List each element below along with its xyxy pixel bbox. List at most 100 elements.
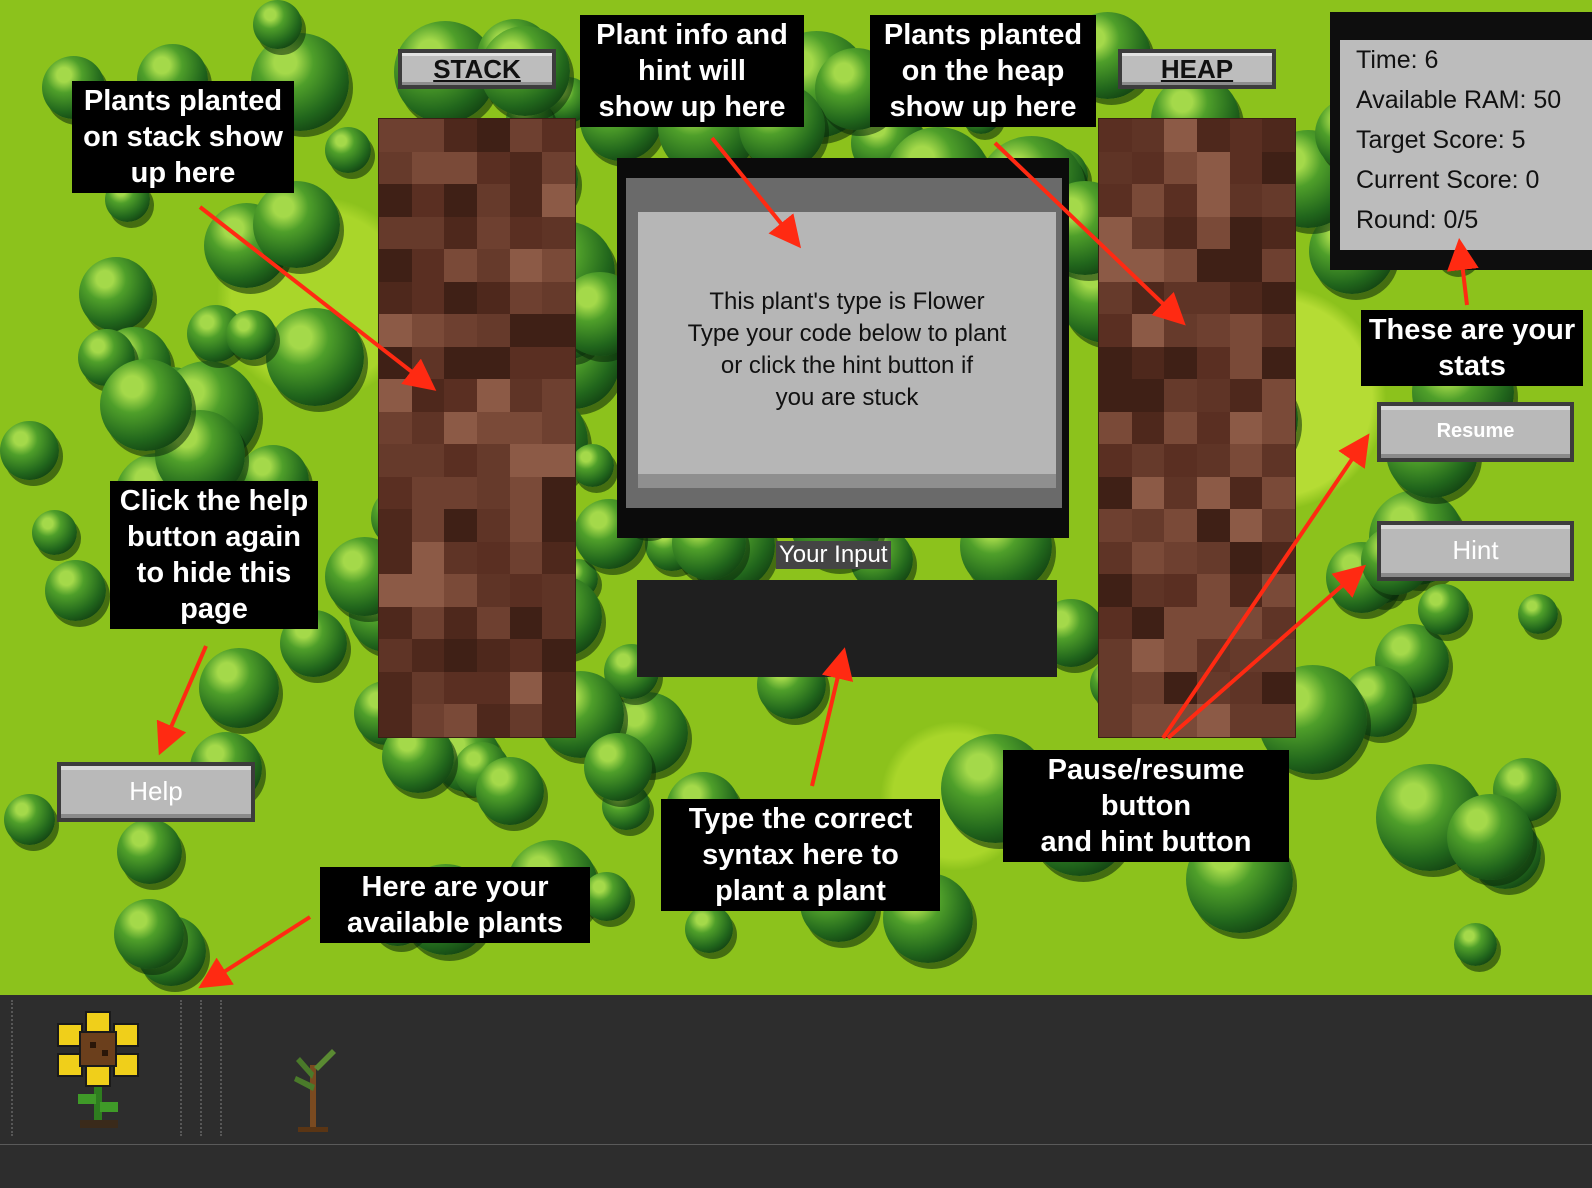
soil-cell <box>1229 574 1263 607</box>
soil-cell <box>411 249 445 282</box>
soil-cell <box>1164 704 1197 737</box>
soil-cell <box>542 216 575 250</box>
soil-cell <box>542 281 575 315</box>
soil-cell <box>477 151 510 185</box>
hint-button[interactable]: Hint <box>1377 521 1574 581</box>
soil-cell <box>379 281 412 315</box>
tree <box>199 648 279 728</box>
callout-line: page <box>180 593 248 625</box>
soil-cell <box>411 476 445 510</box>
tree <box>325 127 371 173</box>
callout-line: Here are your <box>361 871 549 903</box>
tree <box>253 0 302 49</box>
soil-cell <box>1131 606 1165 640</box>
callout-line: stats <box>1438 350 1506 382</box>
tray-divider <box>200 1000 202 1136</box>
soil-cell <box>444 379 477 412</box>
callout-stack: Plants planted on stack show up here <box>72 81 294 193</box>
code-input[interactable] <box>637 580 1057 677</box>
soil-cell <box>1229 314 1263 347</box>
soil-cell <box>411 379 445 412</box>
heap-label: HEAP <box>1118 49 1276 89</box>
soil-cell <box>1262 151 1295 185</box>
soil-cell <box>542 671 575 705</box>
soil-cell <box>542 184 575 217</box>
soil-cell <box>1099 639 1132 672</box>
soil-cell <box>1131 379 1165 412</box>
soil-cell <box>1229 509 1263 542</box>
soil-cell <box>1262 411 1295 445</box>
soil-cell <box>444 119 477 152</box>
flower-icon <box>57 1011 139 1128</box>
tree <box>266 308 364 406</box>
soil-cell <box>509 541 543 575</box>
soil-cell <box>509 411 543 445</box>
soil-cell <box>444 476 477 510</box>
soil-cell <box>1229 444 1263 477</box>
tree <box>476 757 544 825</box>
soil-cell <box>379 476 412 510</box>
soil-cell <box>1229 639 1263 672</box>
tree <box>4 794 55 845</box>
soil-cell <box>509 281 543 315</box>
callout-stats: These are your stats <box>1361 310 1583 386</box>
soil-cell <box>542 411 575 445</box>
tray-divider <box>220 1000 222 1136</box>
soil-cell <box>1197 444 1230 477</box>
soil-cell <box>444 314 477 347</box>
soil-cell <box>1099 411 1132 445</box>
plant-tray <box>0 995 1592 1145</box>
soil-cell <box>1262 119 1295 152</box>
soil-cell <box>1099 574 1132 607</box>
soil-cell <box>477 184 510 217</box>
resume-button[interactable]: Resume <box>1377 402 1574 462</box>
soil-cell <box>411 346 445 380</box>
callout-line: Click the help <box>119 485 309 517</box>
soil-cell <box>509 216 543 250</box>
soil-cell <box>477 704 510 737</box>
soil-cell <box>444 671 477 705</box>
tree <box>0 421 59 480</box>
soil-cell <box>1164 411 1197 445</box>
help-button[interactable]: Help <box>57 762 255 822</box>
flower-plant[interactable] <box>52 1010 144 1130</box>
soil-cell <box>477 476 510 510</box>
soil-cell <box>477 671 510 705</box>
soil-cell <box>411 184 445 217</box>
soil-cell <box>1197 639 1230 672</box>
soil-cell <box>542 509 575 542</box>
soil-cell <box>1131 216 1165 250</box>
tree <box>114 899 184 969</box>
stat-target-score: Target Score: 5 <box>1356 126 1526 154</box>
soil-cell <box>542 444 575 477</box>
soil-cell <box>1099 606 1132 640</box>
callout-help: Click the help button again to hide this… <box>110 481 318 629</box>
status-bar <box>0 1145 1592 1188</box>
callout-line: show up here <box>598 91 786 123</box>
soil-cell <box>1099 314 1132 347</box>
callout-line: to hide this <box>136 557 292 589</box>
callout-line: Plant info and <box>596 19 788 51</box>
soil-cell <box>1099 704 1132 737</box>
stack-label: STACK <box>398 49 556 89</box>
soil-cell <box>1197 314 1230 347</box>
soil-cell <box>379 509 412 542</box>
info-line: This plant's type is Flower <box>709 288 985 315</box>
soil-cell <box>379 151 412 185</box>
soil-cell <box>509 639 543 672</box>
sapling-plant[interactable] <box>290 1045 342 1135</box>
soil-cell <box>379 249 412 282</box>
soil-cell <box>411 671 445 705</box>
soil-cell <box>411 704 445 737</box>
tree <box>117 819 182 884</box>
soil-cell <box>379 216 412 250</box>
callout-line: on stack show <box>83 121 283 153</box>
callout-line: available plants <box>347 907 563 939</box>
soil-cell <box>1131 119 1165 152</box>
stat-round: Round: 0/5 <box>1356 206 1479 234</box>
callout-line: plant a plant <box>715 875 886 907</box>
soil-cell <box>509 606 543 640</box>
soil-cell <box>411 151 445 185</box>
soil-cell <box>1164 639 1197 672</box>
soil-cell <box>1131 509 1165 542</box>
